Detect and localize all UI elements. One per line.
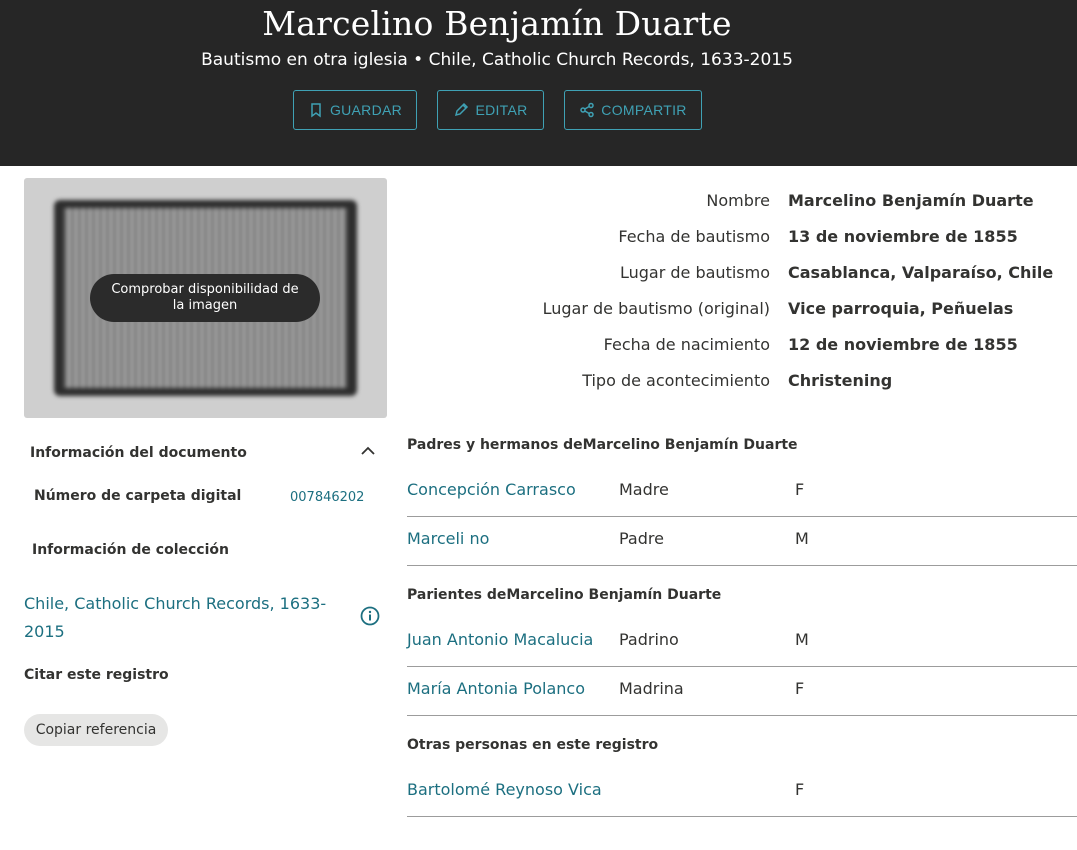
relationship-row: María Antonia Polanco Madrina F	[407, 667, 1077, 716]
record-header: Marcelino Benjamín Duarte Bautismo en ot…	[0, 0, 1077, 166]
person-role: Padre	[619, 529, 664, 548]
share-icon	[580, 102, 595, 118]
person-sex: F	[795, 780, 805, 799]
fact-value-baptism-date: 13 de noviembre de 1855	[788, 227, 1018, 246]
person-link[interactable]: Marceli no	[407, 529, 489, 548]
fact-label-name: Nombre	[706, 191, 770, 210]
fact-value-name: Marcelino Benjamín Duarte	[788, 191, 1034, 210]
record-image-thumbnail[interactable]: Comprobar disponibilidad de la imagen	[24, 178, 387, 418]
save-button[interactable]: GUARDAR	[293, 90, 417, 130]
fact-value-baptism-place: Casablanca, Valparaíso, Chile	[788, 263, 1054, 282]
person-sex: F	[795, 480, 805, 499]
relatives-section-title: Parientes deMarcelino Benjamín Duarte	[407, 587, 722, 603]
digital-folder-number-link[interactable]: 007846202	[290, 490, 364, 505]
person-link[interactable]: Concepción Carrasco	[407, 480, 576, 499]
person-link[interactable]: Juan Antonio Macalucia	[407, 630, 593, 649]
relationship-row: Bartolomé Reynoso Vica F	[407, 768, 1077, 817]
fact-label-baptism-date: Fecha de bautismo	[618, 227, 770, 246]
person-role: Madrina	[619, 679, 684, 698]
edit-button-label: EDITAR	[475, 102, 528, 118]
pencil-icon	[455, 102, 469, 117]
person-sex: F	[795, 679, 805, 698]
record-subtitle: Bautismo en otra iglesia • Chile, Cathol…	[201, 50, 793, 70]
save-button-label: GUARDAR	[329, 102, 403, 118]
fact-label-baptism-place: Lugar de bautismo	[619, 263, 770, 282]
fact-value-baptism-place-original: Vice parroquia, Peñuelas	[788, 299, 1014, 318]
relationship-row: Juan Antonio Macalucia Padrino M	[407, 618, 1077, 667]
page-title: Marcelino Benjamín Duarte	[262, 4, 732, 43]
info-icon[interactable]	[360, 606, 380, 626]
person-sex: M	[795, 529, 809, 548]
fact-label-baptism-place-original: Lugar de bautismo (original)	[542, 299, 770, 318]
copy-citation-button[interactable]: Copiar referencia	[24, 714, 168, 746]
relationship-row: Concepción Carrasco Madre F	[407, 468, 1077, 517]
others-section-title: Otras personas en este registro	[407, 737, 659, 753]
parents-section-title: Padres y hermanos deMarcelino Benjamín D…	[407, 437, 798, 453]
relationship-row: Marceli no Padre M	[407, 517, 1077, 566]
bookmark-icon	[311, 103, 321, 118]
document-info-heading: Información del documento	[30, 445, 247, 461]
person-link[interactable]: María Antonia Polanco	[407, 679, 585, 698]
person-link[interactable]: Bartolomé Reynoso Vica	[407, 780, 602, 799]
image-availability-button[interactable]: Comprobar disponibilidad de la imagen	[90, 274, 320, 322]
collection-link[interactable]: Chile, Catholic Church Records, 1633-201…	[24, 590, 344, 646]
digital-folder-label: Número de carpeta digital	[34, 488, 242, 504]
edit-button[interactable]: EDITAR	[437, 90, 544, 130]
fact-value-birth-date: 12 de noviembre de 1855	[788, 335, 1018, 354]
person-role: Padrino	[619, 630, 679, 649]
share-button-label: COMPARTIR	[601, 102, 687, 118]
fact-label-event-type: Tipo de acontecimiento	[582, 371, 770, 390]
share-button[interactable]: COMPARTIR	[564, 90, 702, 130]
collection-info-label: Información de colección	[32, 542, 229, 558]
person-role: Madre	[619, 480, 669, 499]
fact-label-birth-date: Fecha de nacimiento	[603, 335, 770, 354]
fact-value-event-type: Christening	[788, 371, 893, 390]
cite-record-label: Citar este registro	[24, 667, 169, 683]
chevron-up-icon[interactable]	[360, 444, 376, 458]
person-sex: M	[795, 630, 809, 649]
